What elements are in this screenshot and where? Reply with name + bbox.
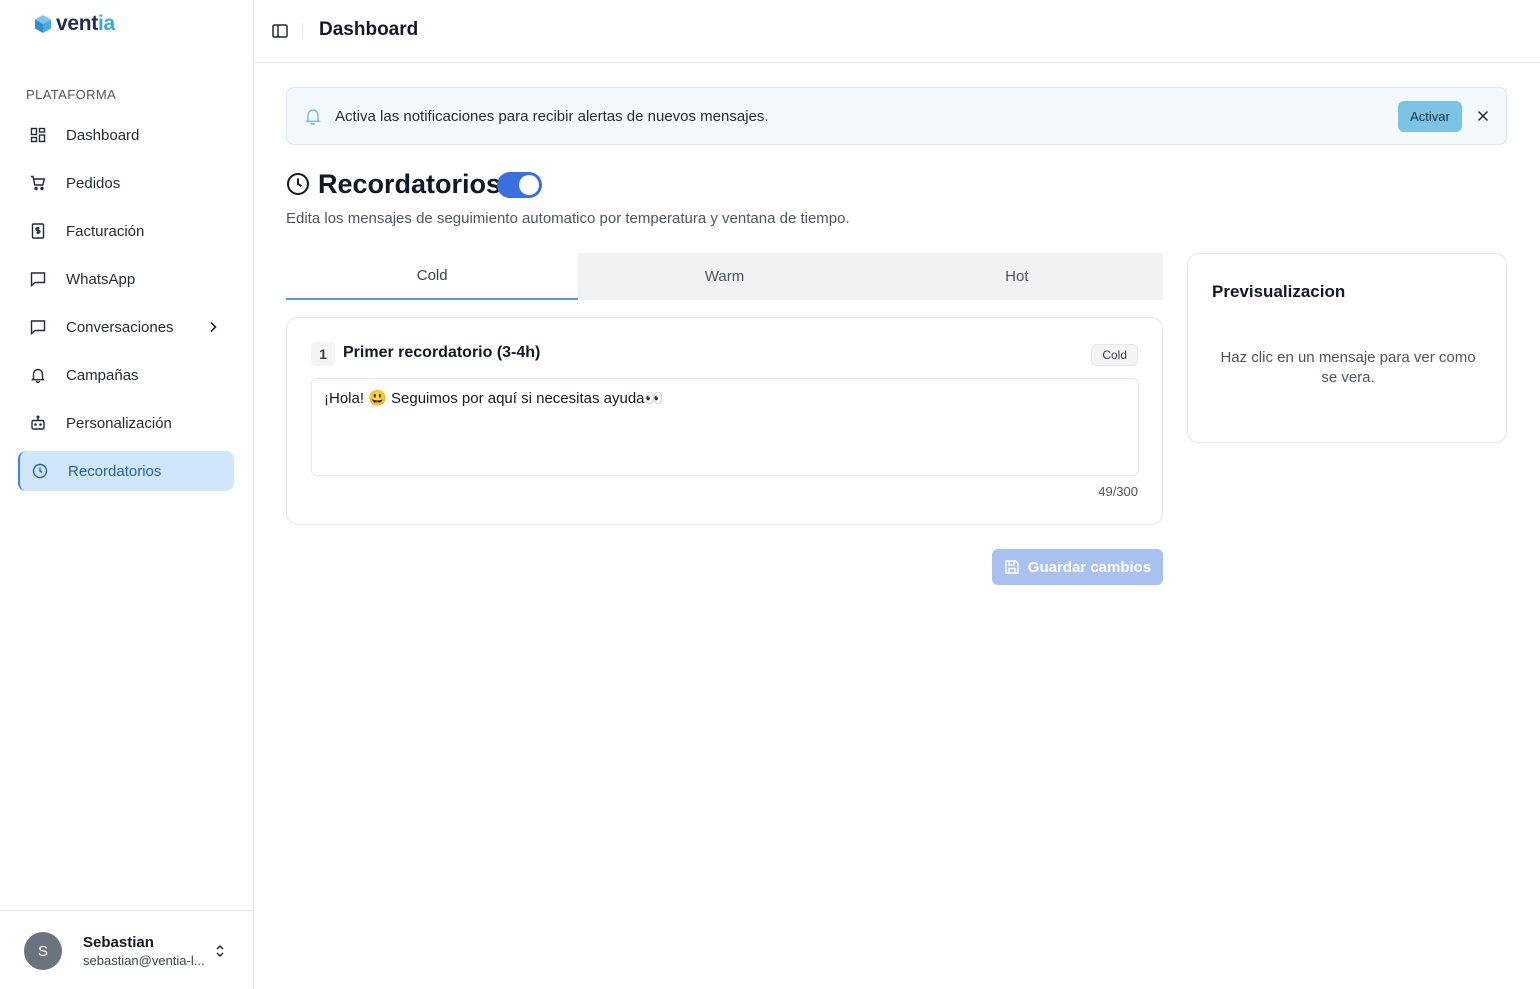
- tab-cold[interactable]: Cold: [286, 253, 579, 300]
- chevron-right-icon[interactable]: [206, 320, 220, 334]
- sidebar-item-dashboard[interactable]: Dashboard: [18, 115, 234, 155]
- tab-warm[interactable]: Warm: [578, 253, 870, 300]
- toggle-knob: [519, 175, 539, 195]
- section-label-plataforma: PLATAFORMA: [26, 87, 117, 102]
- close-icon[interactable]: [1476, 109, 1490, 123]
- sidebar-item-pedidos[interactable]: Pedidos: [18, 163, 234, 203]
- page-title: Dashboard: [319, 19, 419, 40]
- reminder-card[interactable]: 1 Primer recordatorio (3-4h) Cold 49/300: [286, 317, 1163, 525]
- bell-icon: [31, 368, 45, 383]
- logo-cube-icon: [35, 15, 51, 33]
- page-subtitle: Edita los mensajes de seguimiento automa…: [286, 210, 850, 227]
- recordatorios-title: Recordatorios: [318, 169, 502, 199]
- reminder-number: 1: [311, 342, 335, 366]
- sidebar-item-label: Recordatorios: [68, 462, 162, 480]
- user-profile[interactable]: S Sebastian sebastian@ventia-l...: [0, 910, 253, 989]
- temperature-tabs: Cold Warm Hot: [286, 253, 1163, 300]
- dashboard-icon: [30, 127, 46, 143]
- sidebar-item-label: Pedidos: [66, 174, 121, 192]
- clock-icon: [287, 173, 309, 195]
- ventia-logo[interactable]: ventia: [34, 12, 115, 36]
- save-icon: [1005, 560, 1019, 574]
- clock-icon: [32, 463, 48, 479]
- sidebar-item-label: WhatsApp: [66, 270, 136, 288]
- sidebar-item-whatsapp[interactable]: WhatsApp: [18, 259, 234, 299]
- sidebar-item-campanas[interactable]: Campañas: [18, 355, 234, 395]
- preview-title: Previsualizacion: [1212, 282, 1346, 301]
- bell-icon: [305, 109, 321, 125]
- sidebar-item-recordatorios[interactable]: Recordatorios: [18, 451, 234, 491]
- header-divider: [302, 23, 303, 39]
- receipt-icon: [31, 223, 45, 239]
- top-header: Dashboard: [254, 0, 1540, 63]
- preview-hint: Haz clic en un mensaje para ver como se …: [1220, 349, 1476, 386]
- sidebar-item-label: Dashboard: [66, 126, 140, 144]
- sidebar-toggle-icon[interactable]: [271, 22, 289, 40]
- save-changes-button[interactable]: Guardar cambios: [992, 549, 1163, 585]
- reminder-message-input[interactable]: [311, 378, 1139, 476]
- cart-icon: [31, 175, 46, 191]
- sidebar-item-label: Campañas: [66, 366, 139, 384]
- chevrons-up-down-icon[interactable]: [212, 943, 228, 959]
- user-name: Sebastian: [83, 934, 154, 951]
- tab-hot[interactable]: Hot: [871, 253, 1163, 300]
- save-button-label: Guardar cambios: [1027, 558, 1152, 576]
- user-email: sebastian@ventia-l...: [83, 953, 205, 968]
- reminder-title: Primer recordatorio (3-4h): [343, 344, 541, 361]
- notification-banner: Activa las notificaciones para recibir a…: [286, 87, 1507, 145]
- bot-icon: [31, 415, 45, 430]
- reminders-enabled-toggle[interactable]: [497, 172, 542, 198]
- avatar: S: [24, 932, 62, 970]
- chat-icon: [30, 272, 46, 287]
- sidebar-item-label: Conversaciones: [66, 318, 174, 336]
- sidebar-item-conversaciones[interactable]: Conversaciones: [18, 307, 234, 347]
- sidebar-item-facturacion[interactable]: Facturación: [18, 211, 234, 251]
- chat-icon: [30, 320, 46, 335]
- activate-notifications-button[interactable]: Activar: [1398, 101, 1462, 132]
- sidebar-item-label: Facturación: [66, 222, 145, 240]
- sidebar: ventia PLATAFORMA Dashboard Pedidos Fact…: [0, 0, 254, 989]
- banner-text: Activa las notificaciones para recibir a…: [335, 108, 769, 125]
- preview-panel: Previsualizacion Haz clic en un mensaje …: [1187, 253, 1507, 443]
- character-counter: 49/300: [1098, 484, 1138, 499]
- sidebar-item-label: Personalización: [66, 414, 172, 432]
- temperature-badge: Cold: [1091, 344, 1138, 366]
- sidebar-nav: Dashboard Pedidos Facturación WhatsApp C…: [18, 115, 234, 499]
- logo-text: ventia: [56, 12, 115, 35]
- sidebar-item-personalizacion[interactable]: Personalización: [18, 403, 234, 443]
